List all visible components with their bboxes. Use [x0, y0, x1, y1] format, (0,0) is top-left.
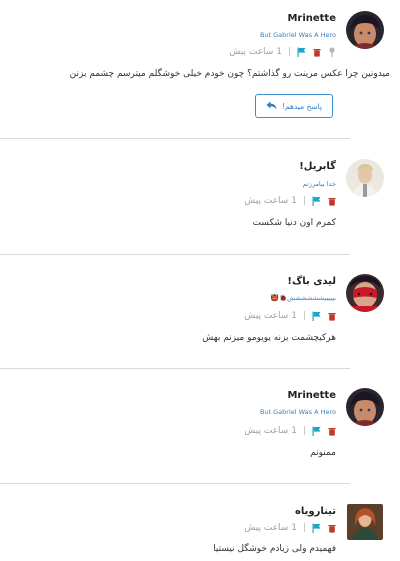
- trash-icon[interactable]: [327, 311, 336, 321]
- comment-meta: | 1 ساعت پیش: [244, 425, 336, 437]
- comment-time: 1 ساعت پیش: [229, 47, 282, 57]
- commenter-name[interactable]: تینارویاه: [295, 506, 336, 517]
- trash-icon[interactable]: [312, 47, 321, 57]
- avatar[interactable]: [346, 159, 384, 197]
- avatar[interactable]: [346, 388, 384, 426]
- meta-separator: |: [302, 196, 306, 206]
- comment-text: میدونین چرا عکس مرینت رو گذاشتم؟ چون خود…: [69, 69, 390, 79]
- flag-icon[interactable]: [297, 47, 306, 57]
- divider: [0, 254, 350, 255]
- meta-separator: |: [287, 47, 291, 57]
- reply-button[interactable]: پاسخ میدهم!: [255, 94, 333, 118]
- comment-time: 1 ساعت پیش: [244, 426, 297, 436]
- commenter-name[interactable]: Mrinette: [287, 13, 336, 24]
- divider: [0, 483, 350, 484]
- commenter-subtitle: خدا بیامرزتم: [302, 180, 336, 188]
- meta-separator: |: [302, 523, 306, 533]
- trash-icon[interactable]: [327, 523, 336, 533]
- meta-separator: |: [302, 426, 306, 436]
- comment-text: هرکیچشمت بزنه یویومو میزنم بهش: [202, 333, 336, 343]
- divider: [0, 368, 350, 369]
- commenter-subtitle: But Gabriel Was A Hero: [259, 408, 336, 416]
- trash-icon[interactable]: [327, 196, 336, 206]
- avatar[interactable]: [347, 504, 383, 540]
- comment-meta: | 1 ساعت پیش: [244, 310, 336, 322]
- commenter-name[interactable]: گابریل!: [299, 161, 336, 172]
- comment-text: کمرم اون دنیا شکست: [252, 218, 336, 228]
- flag-icon[interactable]: [312, 426, 321, 436]
- comment-time: 1 ساعت پیش: [244, 196, 297, 206]
- comment-time: 1 ساعت پیش: [244, 311, 297, 321]
- commenter-subtitle: بیییییشششششش🐞👹: [270, 294, 336, 302]
- flag-icon[interactable]: [312, 196, 321, 206]
- comments-page: Mrinette But Gabriel Was A Hero | 1 ساعت…: [0, 0, 400, 561]
- comment-meta: | 1 ساعت پیش: [244, 195, 336, 207]
- comment-text: فهمیدم ولی زیادم خوشگل نیستیا: [213, 544, 336, 554]
- pin-icon[interactable]: [327, 47, 336, 57]
- meta-separator: |: [302, 311, 306, 321]
- comment-text: ممنونم: [310, 448, 336, 458]
- commenter-name[interactable]: Mrinette: [287, 390, 336, 401]
- flag-icon[interactable]: [312, 311, 321, 321]
- commenter-name[interactable]: لیدی باگ!: [287, 276, 336, 287]
- comment-meta: | 1 ساعت پیش: [229, 46, 336, 58]
- avatar[interactable]: [346, 274, 384, 312]
- divider: [0, 138, 350, 139]
- comment-meta: | 1 ساعت پیش: [244, 522, 336, 534]
- reply-button-label: پاسخ میدهم!: [281, 101, 323, 111]
- flag-icon[interactable]: [312, 523, 321, 533]
- trash-icon[interactable]: [327, 426, 336, 436]
- commenter-subtitle: But Gabriel Was A Hero: [259, 31, 336, 39]
- comment-time: 1 ساعت پیش: [244, 523, 297, 533]
- avatar[interactable]: [346, 11, 384, 49]
- reply-arrow-icon: [266, 101, 277, 112]
